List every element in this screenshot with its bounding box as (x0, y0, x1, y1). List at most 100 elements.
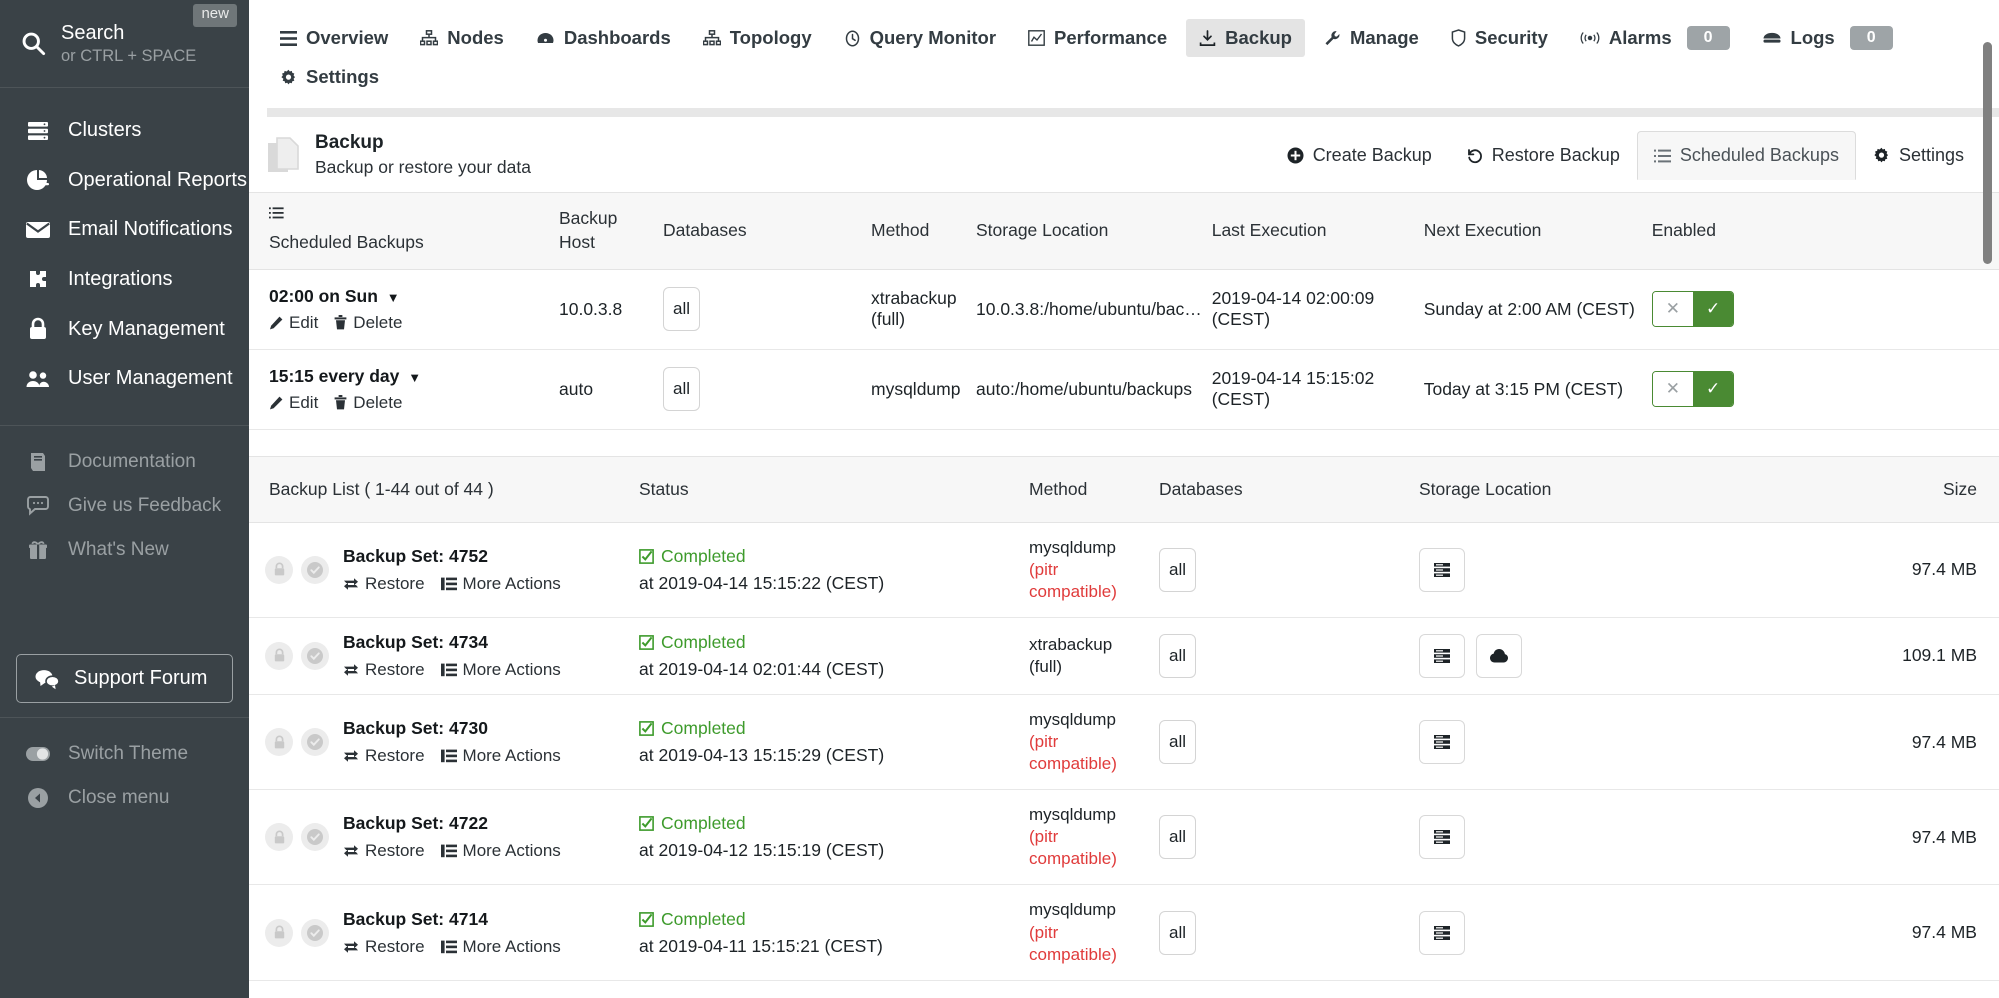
tab-backup[interactable]: Backup (1186, 19, 1305, 57)
schedule-dropdown[interactable]: 15:15 every day ▼ (269, 366, 549, 387)
more-actions-button[interactable]: More Actions (440, 660, 561, 680)
server-icon[interactable] (1419, 910, 1465, 955)
delete-label: Delete (353, 312, 403, 332)
sidebar-item-user-management[interactable]: User Management (0, 354, 249, 403)
server-icon[interactable] (1419, 547, 1465, 592)
tab-dashboards[interactable]: Dashboards (523, 19, 684, 57)
sidebar-item-email-notifications[interactable]: Email Notifications (0, 205, 249, 254)
more-actions-button[interactable]: More Actions (440, 937, 561, 957)
sidebar-item-label: Documentation (68, 451, 196, 472)
toggle-off-option[interactable]: ✕ (1652, 372, 1693, 407)
restore-backup-button[interactable]: Restore Backup (1449, 131, 1637, 180)
pencil-icon (269, 396, 283, 410)
page-title: Backup (315, 132, 384, 154)
status-label: Completed (661, 545, 746, 566)
restore-button[interactable]: Restore (343, 660, 425, 680)
server-icon[interactable] (1419, 815, 1465, 860)
row-flags (265, 641, 329, 670)
restore-label: Restore (365, 936, 425, 956)
status-timestamp: at 2019-04-11 15:15:21 (CEST) (639, 935, 883, 956)
more-actions-label: More Actions (462, 841, 561, 861)
restore-button[interactable]: Restore (343, 574, 425, 594)
toggle-icon (25, 746, 51, 762)
page-header-left: Backup Backup or restore your data (267, 131, 531, 179)
alarms-count-badge: 0 (1686, 26, 1730, 50)
more-actions-button[interactable]: More Actions (440, 841, 561, 861)
tab-security[interactable]: Security (1438, 19, 1561, 57)
chevron-down-icon: ▼ (386, 289, 400, 305)
sidebar-item-documentation[interactable]: Documentation (0, 440, 249, 484)
cell-status: Completed at 2019-04-12 15:15:19 (CEST) (639, 789, 1029, 886)
sidebar-item-integrations[interactable]: Integrations (0, 254, 249, 304)
tab-performance[interactable]: Performance (1015, 19, 1180, 57)
tab-overview[interactable]: Overview (267, 19, 401, 57)
search-subtitle: or CTRL + SPACE (61, 46, 197, 65)
support-forum-button[interactable]: Support Forum (16, 654, 233, 703)
col-scheduled-backups: Scheduled Backups (249, 192, 559, 270)
sidebar-item-operational-reports[interactable]: Operational Reports (0, 155, 249, 205)
vertical-scrollbar[interactable] (1983, 42, 1992, 264)
sidebar-item-clusters[interactable]: Clusters (0, 106, 249, 155)
tab-logs[interactable]: Logs 0 (1749, 18, 1906, 58)
cell-size: 97.4 MB (1789, 522, 1999, 618)
top-navigation-row-2: Settings (267, 58, 1999, 96)
tab-settings[interactable]: Settings (267, 58, 392, 96)
edit-schedule-button[interactable]: Edit (269, 393, 318, 413)
more-actions-icon (440, 940, 457, 954)
schedule-row-actions: Edit Delete (269, 393, 549, 413)
tab-nodes[interactable]: Nodes (407, 19, 517, 57)
sidebar-search[interactable]: new Search or CTRL + SPACE (0, 0, 249, 88)
gear-icon (1873, 147, 1890, 164)
table-header-row: Scheduled Backups Backup Host Databases … (249, 192, 1999, 270)
server-icon[interactable] (1419, 633, 1465, 678)
col-label-line2: Host (559, 231, 595, 252)
tab-topology[interactable]: Topology (690, 19, 825, 57)
tab-alarms[interactable]: Alarms 0 (1567, 18, 1743, 58)
schedule-dropdown[interactable]: 02:00 on Sun ▼ (269, 286, 549, 307)
status-badge: Completed (639, 718, 1019, 739)
tab-manage[interactable]: Manage (1311, 19, 1432, 57)
edit-schedule-button[interactable]: Edit (269, 313, 318, 333)
sidebar-primary-nav: Clusters Operational Reports Email Notif… (0, 88, 249, 403)
restore-button[interactable]: Restore (343, 746, 425, 766)
sidebar-item-close-menu[interactable]: Close menu (0, 776, 249, 820)
undo-icon (1466, 147, 1483, 164)
toggle-on-option[interactable]: ✓ (1692, 292, 1734, 327)
sidebar-item-key-management[interactable]: Key Management (0, 304, 249, 354)
restore-icon (343, 749, 359, 763)
restore-button[interactable]: Restore (343, 937, 425, 957)
method-name: mysqldump (1029, 900, 1116, 920)
sidebar-item-give-us-feedback[interactable]: Give us Feedback (0, 484, 249, 528)
cloud-icon[interactable] (1475, 633, 1522, 678)
sidebar-item-whats-new[interactable]: What's New (0, 528, 249, 572)
delete-schedule-button[interactable]: Delete (334, 313, 402, 333)
tab-query-monitor[interactable]: Query Monitor (831, 19, 1009, 57)
method-name: mysqldump (1029, 537, 1116, 557)
delete-schedule-button[interactable]: Delete (334, 393, 402, 413)
chat-icon (34, 668, 60, 690)
create-backup-button[interactable]: Create Backup (1270, 131, 1449, 180)
method-pitr-line2: compatible) (1029, 944, 1117, 964)
restore-icon (343, 577, 359, 591)
col-databases: Databases (663, 192, 871, 270)
enabled-toggle[interactable]: ✕ ✓ (1651, 291, 1735, 328)
more-actions-button[interactable]: More Actions (440, 746, 561, 766)
enabled-toggle[interactable]: ✕ ✓ (1651, 371, 1735, 408)
scheduled-backups-button[interactable]: Scheduled Backups (1636, 131, 1856, 180)
backup-settings-button[interactable]: Settings (1856, 131, 1981, 180)
row-flags (265, 918, 329, 947)
server-icon[interactable] (1419, 720, 1465, 765)
sidebar: new Search or CTRL + SPACE Clusters Oper… (0, 0, 249, 998)
toggle-on-option[interactable]: ✓ (1692, 372, 1734, 407)
sidebar-item-switch-theme[interactable]: Switch Theme (0, 732, 249, 776)
gear-icon (280, 69, 297, 86)
cell-method: xtrabackup (full) (871, 269, 976, 350)
cell-method: mysqldump (pitr compatible) (1029, 522, 1159, 618)
restore-button[interactable]: Restore (343, 841, 425, 861)
dashboard-icon (536, 30, 555, 46)
cell-schedule: 02:00 on Sun ▼ Edit Delete (249, 269, 559, 350)
tab-label: Dashboards (563, 27, 671, 48)
more-actions-button[interactable]: More Actions (440, 574, 561, 594)
method-pitr-line1: (pitr (1029, 827, 1059, 847)
toggle-off-option[interactable]: ✕ (1652, 292, 1693, 327)
